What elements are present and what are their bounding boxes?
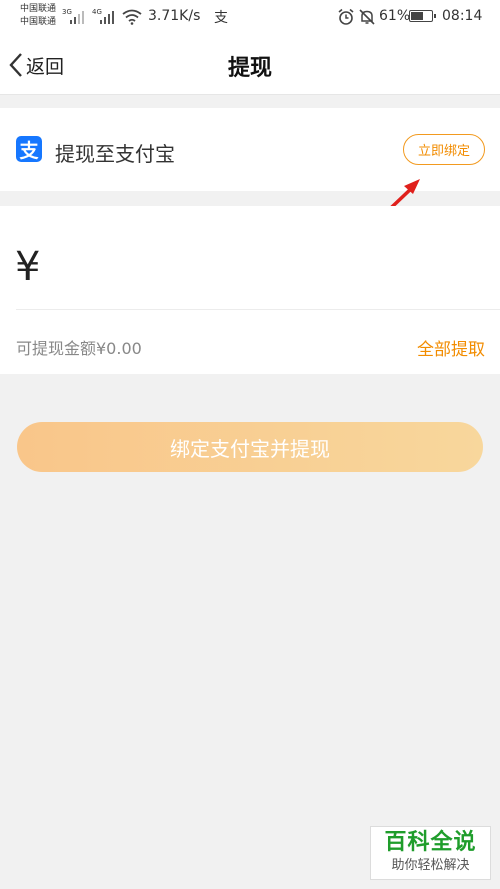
divider (16, 309, 500, 310)
alarm-icon (338, 8, 354, 25)
battery-icon (409, 10, 436, 22)
network-type-2: 4G (92, 8, 102, 16)
currency-symbol: ¥ (15, 244, 41, 290)
carrier-labels: 中国联通 中国联通 (20, 3, 56, 29)
withdraw-all-link[interactable]: 全部提取 (417, 335, 485, 360)
amount-card: ¥ 可提现金额¥0.00 全部提取 (0, 206, 500, 374)
page-title: 提现 (227, 56, 272, 81)
withdraw-to-alipay-label: 提现至支付宝 (55, 142, 175, 166)
status-time: 08:14 (442, 8, 483, 24)
nav-bar: 返回 提现 (0, 36, 500, 95)
alipay-notification-icon: 支 (214, 10, 228, 26)
watermark-logo: 百科全说 助你轻松解决 (370, 826, 491, 880)
available-amount: 可提现金额¥0.00 (16, 339, 142, 358)
amount-input[interactable] (52, 246, 476, 298)
watermark-title: 百科全说 (384, 830, 477, 855)
carrier-2: 中国联通 (20, 17, 57, 27)
mute-bell-icon (359, 9, 375, 25)
bind-and-withdraw-button[interactable]: 绑定支付宝并提现 (17, 422, 483, 472)
watermark-subtitle: 助你轻松解决 (391, 858, 470, 873)
battery-percent: 61% (379, 8, 411, 24)
network-type-1: 3G (62, 8, 72, 16)
network-speed: 3.71K/s (148, 8, 201, 24)
alipay-icon: 支 (16, 136, 42, 162)
carrier-1: 中国联通 (20, 4, 57, 14)
wifi-icon (122, 9, 142, 25)
bind-now-button[interactable]: 立即绑定 (403, 134, 485, 165)
status-bar: 中国联通 中国联通 3G 4G 3.71K/s 支 61% 08:14 (0, 0, 500, 36)
